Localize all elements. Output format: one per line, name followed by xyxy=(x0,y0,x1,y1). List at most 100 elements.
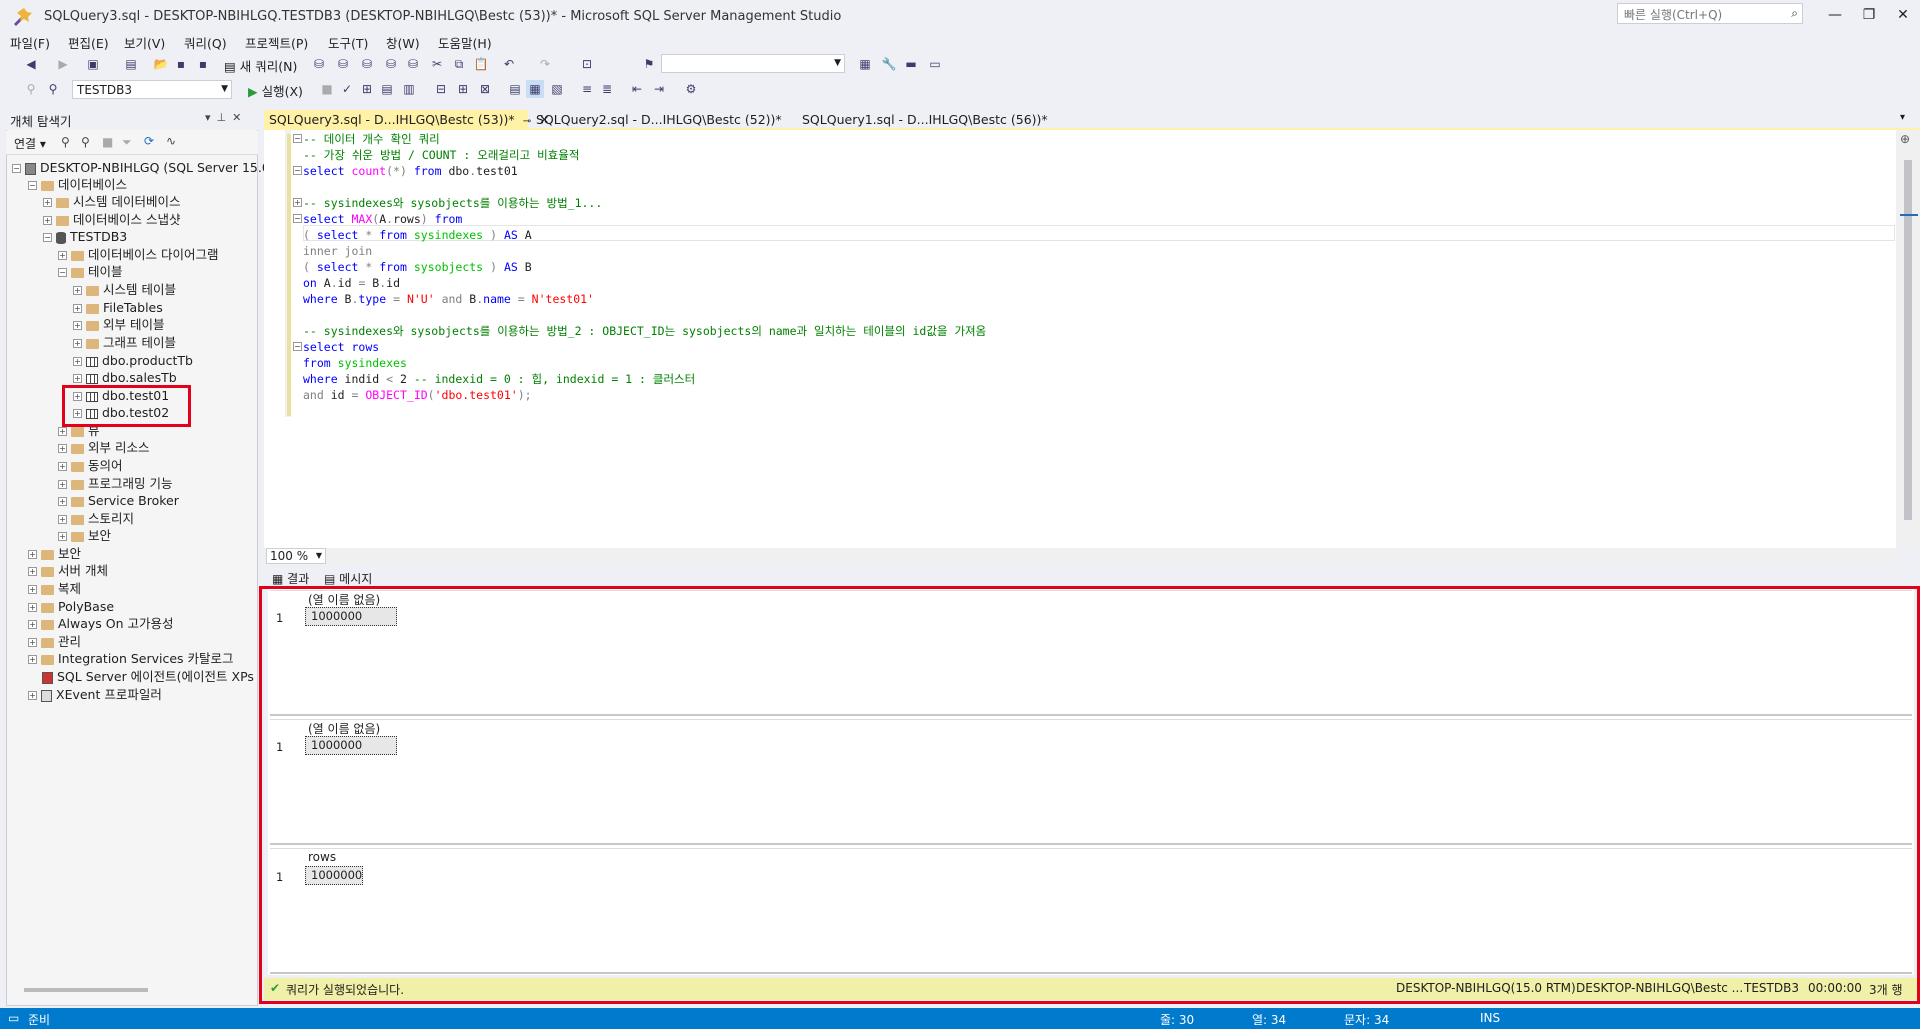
results-to-file-icon[interactable]: ▧ xyxy=(548,80,566,98)
toolbox-icon[interactable]: ▬ xyxy=(902,55,920,73)
results-to-grid-icon[interactable]: ▦ xyxy=(526,80,544,98)
tree-polybase[interactable]: + PolyBase xyxy=(28,598,114,616)
tree-db-security[interactable]: + 보안 xyxy=(58,527,111,545)
save-all-icon[interactable]: ▪ xyxy=(194,55,212,73)
menu-window[interactable]: 창(W) xyxy=(386,33,420,52)
decrease-indent-icon[interactable]: ⇤ xyxy=(628,80,646,98)
tree-system-tables[interactable]: + 시스템 테이블 xyxy=(73,281,176,299)
horizontal-scrollbar[interactable] xyxy=(24,988,148,992)
expand-icon[interactable]: + xyxy=(73,286,82,295)
back-icon[interactable]: ◀ xyxy=(22,55,40,73)
solution-platform-select[interactable]: ▼ xyxy=(661,54,845,73)
xmla-query-icon[interactable]: ⛁ xyxy=(382,55,400,73)
expand-icon[interactable]: + xyxy=(58,515,67,524)
fold-collapse-icon[interactable]: − xyxy=(293,214,302,223)
activity-icon[interactable]: ∿ xyxy=(166,134,176,148)
expand-icon[interactable]: + xyxy=(58,251,67,260)
tree-storage[interactable]: + 스토리지 xyxy=(58,510,134,528)
live-stats-icon[interactable]: ⊠ xyxy=(476,80,494,98)
tab-sqlquery3[interactable]: SQLQuery3.sql - D...IHLGQ\Bestc (53))* ⊸ ✕ xyxy=(264,110,550,130)
connect-dropdown[interactable]: 연결 ▾ xyxy=(14,135,46,152)
editor-vertical-scrollbar[interactable]: ⊕ xyxy=(1896,130,1920,548)
expand-icon[interactable]: + xyxy=(43,216,52,225)
expand-icon[interactable]: + xyxy=(58,462,67,471)
add-item-icon[interactable]: ▤ xyxy=(122,55,140,73)
tree-databases[interactable]: − 데이터베이스 xyxy=(28,176,127,194)
dax-query-icon[interactable]: ⛁ xyxy=(404,55,422,73)
tree-database-snapshots[interactable]: + 데이터베이스 스냅샷 xyxy=(43,211,180,229)
results-to-text-icon[interactable]: ▤ xyxy=(506,80,524,98)
minimize-button[interactable]: — xyxy=(1818,4,1852,26)
expand-icon[interactable]: + xyxy=(28,638,37,647)
menu-view[interactable]: 보기(V) xyxy=(124,33,165,52)
fold-expand-icon[interactable]: + xyxy=(293,198,302,207)
forward-icon[interactable]: ▶ xyxy=(54,55,72,73)
new-project-icon[interactable]: ▣ xyxy=(84,55,102,73)
expand-icon[interactable]: + xyxy=(28,620,37,629)
registered-servers-icon[interactable]: ▦ xyxy=(856,55,874,73)
expand-icon[interactable]: + xyxy=(28,655,37,664)
tree-external-tables[interactable]: + 외부 테이블 xyxy=(73,316,164,334)
tree-security[interactable]: + 보안 xyxy=(28,545,81,563)
menu-project[interactable]: 프로젝트(P) xyxy=(245,33,308,52)
menu-edit[interactable]: 편집(E) xyxy=(68,33,109,52)
solution-config-icon[interactable]: ⚑ xyxy=(640,55,658,73)
expand-icon[interactable]: + xyxy=(58,480,67,489)
messages-tab[interactable]: ▤ 메시지 xyxy=(324,570,372,587)
expand-icon[interactable]: + xyxy=(73,304,82,313)
tree-server-objects[interactable]: + 서버 개체 xyxy=(28,562,108,580)
cut-icon[interactable]: ✂ xyxy=(428,55,446,73)
expand-icon[interactable]: + xyxy=(28,567,37,576)
mdx-query-icon[interactable]: ⛁ xyxy=(334,55,352,73)
expand-icon[interactable]: + xyxy=(58,444,67,453)
copy-icon[interactable]: ⧉ xyxy=(450,55,468,73)
zoom-select[interactable]: 100 % ▼ xyxy=(266,548,326,564)
tab-sqlquery1[interactable]: SQLQuery1.sql - D...IHLGQ\Bestc (56))* xyxy=(797,110,1048,130)
intellisense-icon[interactable]: ⊟ xyxy=(432,80,450,98)
restore-button[interactable]: ❐ xyxy=(1852,4,1886,26)
expand-icon[interactable]: + xyxy=(58,427,67,436)
collapse-icon[interactable]: − xyxy=(58,268,67,277)
results-tab[interactable]: ▦ 결과 xyxy=(272,570,309,587)
expand-icon[interactable]: + xyxy=(73,374,82,383)
expand-icon[interactable]: + xyxy=(58,497,67,506)
database-select[interactable]: TESTDB3 ▼ xyxy=(72,80,232,99)
save-icon[interactable]: ▪ xyxy=(172,55,190,73)
filter-icon[interactable]: ⏷ xyxy=(122,135,132,150)
fold-collapse-icon[interactable]: − xyxy=(293,134,302,143)
split-icon[interactable]: ⊕ xyxy=(1900,132,1910,146)
fold-collapse-icon[interactable]: − xyxy=(293,166,302,175)
tree-xevent-profiler[interactable]: + XEvent 프로파일러 xyxy=(28,686,162,704)
window-layout-icon[interactable]: ▭ xyxy=(926,55,944,73)
close-button[interactable]: ✕ xyxy=(1886,4,1920,26)
tree-service-broker[interactable]: + Service Broker xyxy=(58,492,179,510)
uncomment-icon[interactable]: ≣ xyxy=(598,80,616,98)
fold-collapse-icon[interactable]: − xyxy=(293,342,302,351)
expand-icon[interactable]: + xyxy=(28,550,37,559)
new-query-button[interactable]: ▤ 새 쿼리(N) xyxy=(224,56,297,75)
properties-icon[interactable]: 🔧 xyxy=(880,55,898,73)
pin-icon[interactable]: ⊸ xyxy=(523,116,531,127)
tree-table-producttb[interactable]: + dbo.productTb xyxy=(73,352,193,370)
tree-testdb3[interactable]: − TESTDB3 xyxy=(43,228,127,246)
tree-integration-services[interactable]: + Integration Services 카탈로그 xyxy=(28,650,234,668)
stop-icon[interactable]: ■ xyxy=(318,80,336,98)
quick-launch-input[interactable]: 빠른 실행(Ctrl+Q) ⌕ xyxy=(1617,3,1803,24)
expand-icon[interactable]: + xyxy=(28,585,37,594)
parse-icon[interactable]: ✓ xyxy=(338,80,356,98)
tab-overflow-icon[interactable]: ▾ xyxy=(1900,112,1905,123)
execute-button[interactable]: ▶ 실행(X) xyxy=(248,81,303,100)
tree-external-resources[interactable]: + 외부 리소스 xyxy=(58,439,149,457)
redo-icon[interactable]: ↷ xyxy=(536,55,554,73)
panel-pin-close-icons[interactable]: ▾⊥✕ xyxy=(205,111,247,124)
tree-synonyms[interactable]: + 동의어 xyxy=(58,457,123,475)
estimated-plan-icon[interactable]: ⊞ xyxy=(358,80,376,98)
increase-indent-icon[interactable]: ⇥ xyxy=(650,80,668,98)
expand-icon[interactable]: + xyxy=(73,357,82,366)
tree-sql-agent[interactable]: SQL Server 에이전트(에이전트 XPs 사 xyxy=(42,668,256,686)
menu-help[interactable]: 도움말(H) xyxy=(438,33,492,52)
collapse-icon[interactable]: − xyxy=(43,233,52,242)
collapse-icon[interactable]: − xyxy=(28,181,37,190)
actual-plan-icon[interactable]: ⊞ xyxy=(454,80,472,98)
comment-icon[interactable]: ≡ xyxy=(578,80,596,98)
